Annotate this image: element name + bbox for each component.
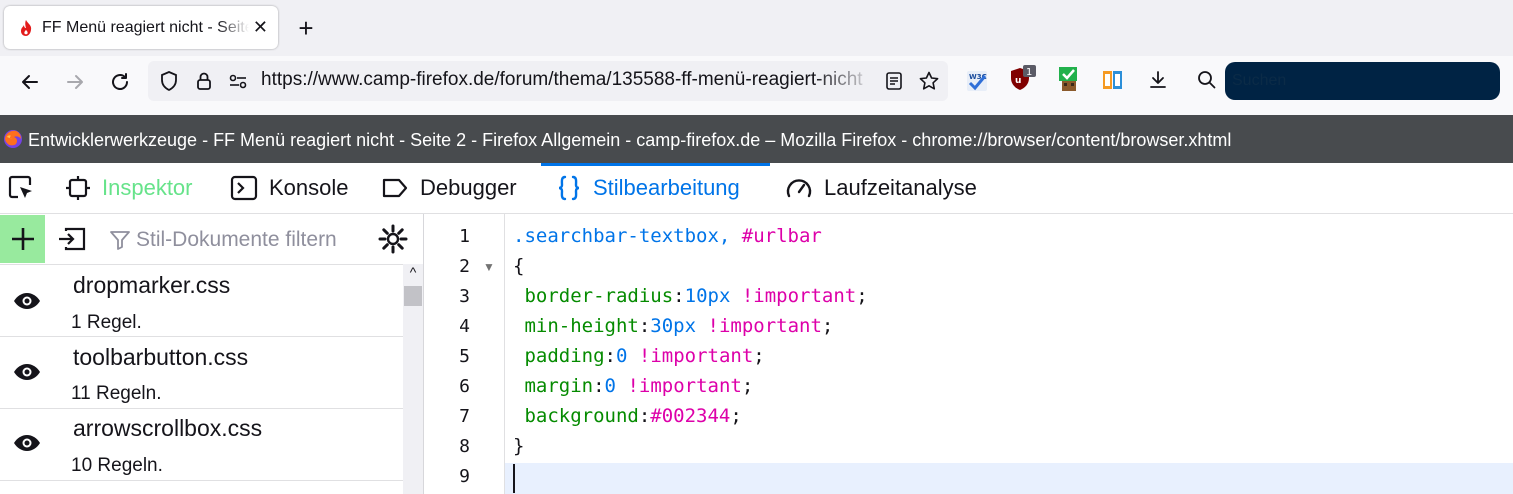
scrollbar-thumb[interactable] <box>404 286 422 306</box>
search-icon[interactable] <box>1191 64 1223 96</box>
scroll-up-chevron-icon[interactable]: ^ <box>405 264 421 284</box>
tab-performance-label: Laufzeitanalyse <box>824 175 977 200</box>
back-icon[interactable] <box>14 66 46 98</box>
downloads-icon[interactable] <box>1142 64 1174 96</box>
stylesheet-rule-count: 11 Regeln. <box>71 383 162 404</box>
code-line: padding:0 !important; <box>524 345 765 367</box>
css-selector: .searchbar-textbox, <box>513 225 731 247</box>
w3c-validator-icon[interactable]: W3C <box>961 65 993 97</box>
tab-active[interactable]: FF Menü reagiert nicht - Seite 2 - Firef… <box>4 6 278 49</box>
line-number: 4 <box>459 316 470 337</box>
css-value: 0 <box>604 375 616 397</box>
pages-extension-icon[interactable] <box>1097 64 1129 96</box>
stylesheet-name: toolbarbutton.css <box>73 344 249 370</box>
debugger-icon <box>382 178 408 198</box>
gutter-divider <box>504 214 505 494</box>
stylesheet-filter-input[interactable]: Stil-Dokumente filtern <box>136 228 337 252</box>
line-number: 3 <box>459 286 470 307</box>
line-number: 2 <box>459 256 470 277</box>
tab-title: FF Menü reagiert nicht - Seite 2 - Firef… <box>42 18 249 36</box>
css-important: !important <box>638 345 754 367</box>
tab-console[interactable]: Konsole <box>229 163 349 213</box>
settings-gear-icon[interactable] <box>378 224 408 259</box>
ublock-icon[interactable]: u1 <box>1006 63 1038 95</box>
code-line: .searchbar-textbox, #urlbar <box>513 225 822 247</box>
eye-icon[interactable] <box>12 362 42 382</box>
permissions-icon[interactable] <box>222 65 254 97</box>
css-value: 10px <box>684 285 731 307</box>
firefox-logo-icon <box>4 130 22 148</box>
reader-view-icon[interactable] <box>878 65 910 97</box>
braces-icon <box>558 175 580 201</box>
line-number: 9 <box>459 466 470 487</box>
console-icon <box>230 175 258 201</box>
flame-favicon-icon <box>21 19 32 36</box>
devtools-toolbar <box>0 163 1513 214</box>
active-line-highlight <box>505 463 1513 494</box>
lock-icon[interactable] <box>188 65 220 97</box>
css-important: !important <box>707 315 822 337</box>
filter-icon <box>109 229 131 256</box>
code-line: } <box>513 435 525 457</box>
search-placeholder: Suchen <box>1232 72 1287 89</box>
svg-text:u: u <box>1015 76 1021 86</box>
inspector-icon <box>66 176 90 200</box>
line-number: 7 <box>459 406 470 427</box>
text-cursor <box>513 464 515 493</box>
css-id-selector: #urlbar <box>741 225 822 247</box>
tab-style-editor[interactable]: Stilbearbeitung <box>555 163 740 213</box>
reload-icon[interactable] <box>104 66 136 98</box>
gauge-icon <box>786 179 812 198</box>
css-property: margin <box>524 375 594 397</box>
tab-debugger[interactable]: Debugger <box>380 163 517 213</box>
shield-icon[interactable] <box>153 65 185 97</box>
code-line: min-height:30px !important; <box>524 315 834 337</box>
tab-inspector-label: Inspektor <box>102 175 193 200</box>
devtools-window-title: Entwicklerwerkzeuge - FF Menü reagiert n… <box>28 130 1232 150</box>
code-line: margin:0 !important; <box>524 375 754 397</box>
stylesheet-rule-count: 1 Regel. <box>71 312 142 333</box>
tab-performance[interactable]: Laufzeitanalyse <box>784 163 977 213</box>
tab-inspector[interactable]: Inspektor <box>64 163 193 213</box>
css-important: !important <box>627 375 742 397</box>
css-value: 0 <box>615 345 628 367</box>
code-line: background:#002344; <box>524 405 742 427</box>
css-property: border-radius <box>524 285 674 307</box>
new-tab-icon[interactable]: + <box>292 14 320 42</box>
stylesheet-rule-count: 10 Regeln. <box>71 455 163 476</box>
bookmark-star-icon[interactable] <box>913 65 945 97</box>
eye-icon[interactable] <box>12 433 42 453</box>
tab-console-label: Konsole <box>269 175 349 200</box>
line-number: 5 <box>459 346 470 367</box>
line-number: 1 <box>459 226 470 247</box>
css-property: min-height <box>524 315 639 337</box>
checker-extension-icon[interactable] <box>1053 63 1085 95</box>
css-value: #002344 <box>650 405 731 427</box>
plus-icon <box>11 228 34 250</box>
stylesheet-name: dropmarker.css <box>73 272 231 298</box>
code-line: { <box>513 255 525 277</box>
fold-arrow-icon[interactable]: ▼ <box>483 260 495 274</box>
line-number: 8 <box>459 436 470 457</box>
css-property: padding <box>524 345 605 367</box>
css-important: !important <box>741 285 857 307</box>
url-text[interactable]: https://www.camp-firefox.de/forum/thema/… <box>261 69 875 91</box>
tab-debugger-label: Debugger <box>420 175 517 200</box>
forward-icon[interactable] <box>59 66 91 98</box>
element-picker-icon[interactable] <box>6 163 46 213</box>
stylesheet-name: arrowscrollbox.css <box>73 415 263 441</box>
eye-icon[interactable] <box>12 291 42 311</box>
extension-badge: 1 <box>1026 67 1032 78</box>
import-stylesheet-icon[interactable] <box>56 225 88 258</box>
tab-close-icon[interactable]: ✕ <box>253 17 268 38</box>
new-stylesheet-button[interactable] <box>0 215 45 263</box>
css-value: 30px <box>650 315 697 337</box>
tab-style-editor-label: Stilbearbeitung <box>593 175 740 200</box>
code-line: border-radius:10px !important; <box>524 285 868 307</box>
css-property: background <box>524 405 639 427</box>
line-number: 6 <box>459 376 470 397</box>
